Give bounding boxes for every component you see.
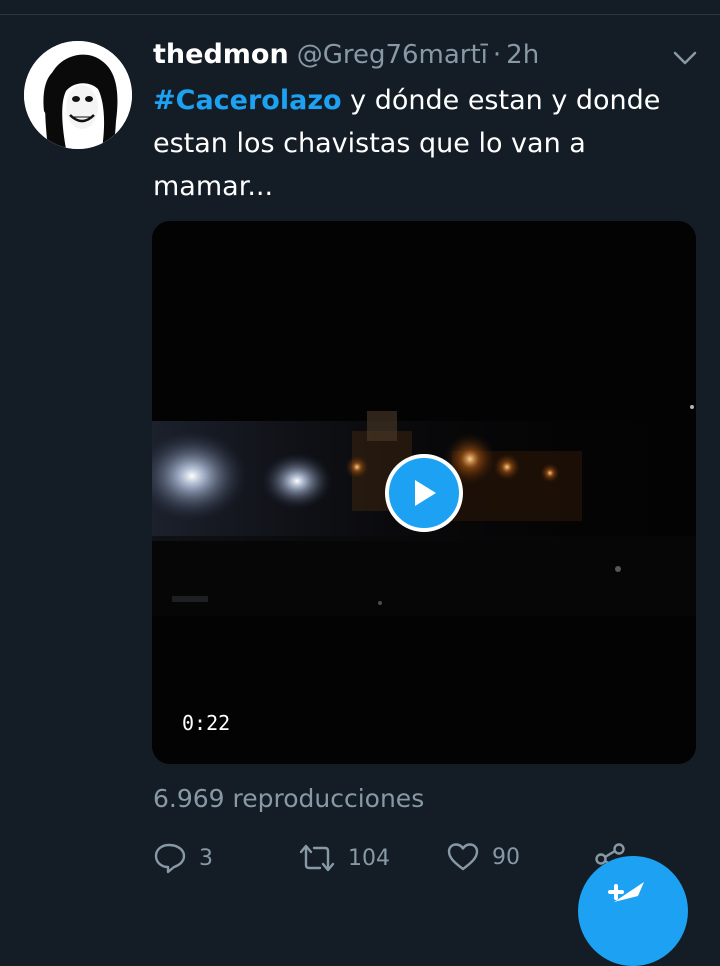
reply-icon [154,843,186,874]
tweet-header: thedmon @Greg76martī · 2h [153,39,539,79]
user-handle[interactable]: @Greg76martī [297,40,488,70]
retweet-icon [299,844,335,872]
chevron-down-icon[interactable] [672,49,698,67]
video-duration: 0:22 [182,711,231,735]
play-icon [415,480,436,506]
display-name[interactable]: thedmon [153,39,289,70]
like-count: 90 [492,844,520,870]
tweet-text: #Cacerolazo y dónde estan y donde estan … [153,79,698,208]
hashtag-link[interactable]: #Cacerolazo [153,85,342,116]
separator-dot: · [492,40,502,70]
tweet[interactable]: thedmon @Greg76martī · 2h #Cacerolazo y … [0,15,720,904]
compose-tweet-button[interactable] [578,856,688,966]
retweet-button[interactable]: 104 [298,841,390,875]
play-button[interactable] [385,454,463,532]
tweet-actions: 3 104 90 [153,841,653,881]
reply-button[interactable]: 3 [153,841,213,875]
video-player[interactable]: 0:22 [152,221,696,764]
reply-count: 3 [199,845,213,871]
view-count: 6.969 reproducciones [153,784,425,813]
retweet-count: 104 [348,845,390,871]
avatar[interactable] [24,41,132,149]
like-button[interactable]: 90 [446,841,520,873]
timestamp[interactable]: 2h [506,40,539,70]
heart-icon [447,843,479,871]
avatar-image [24,41,132,149]
